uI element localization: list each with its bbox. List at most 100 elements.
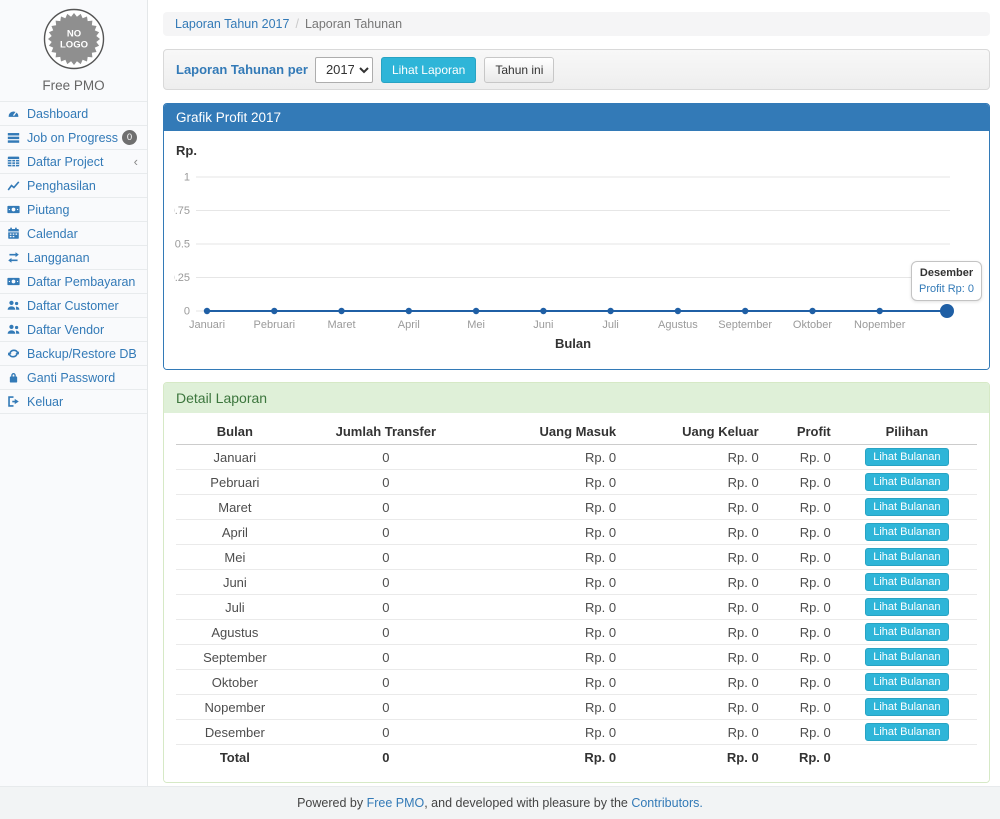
contributors-link[interactable]: Contributors. (631, 796, 703, 810)
table-cell: Rp. 0 (622, 495, 765, 520)
table-cell-action: Lihat Bulanan (837, 495, 977, 520)
svg-text:0.75: 0.75 (174, 205, 190, 217)
sidebar-item-penghasilan[interactable]: Penghasilan (0, 174, 147, 198)
view-month-button[interactable]: Lihat Bulanan (865, 573, 948, 591)
sidebar-item-calendar[interactable]: Calendar (0, 222, 147, 246)
table-cell: 0 (294, 720, 478, 745)
table-cell-action: Lihat Bulanan (837, 520, 977, 545)
sidebar-item-dashboard[interactable]: Dashboard (0, 102, 147, 126)
view-month-button[interactable]: Lihat Bulanan (865, 698, 948, 716)
sidebar-item-keluar[interactable]: Keluar (0, 390, 147, 414)
svg-text:April: April (398, 319, 420, 331)
table-cell: Juni (176, 570, 294, 595)
table-cell: Rp. 0 (478, 620, 622, 645)
detail-report-panel: Detail Laporan BulanJumlah TransferUang … (163, 382, 990, 783)
table-cell: Rp. 0 (478, 645, 622, 670)
table-row: September0Rp. 0Rp. 0Rp. 0Lihat Bulanan (176, 645, 977, 670)
sidebar-item-ganti-password[interactable]: Ganti Password (0, 366, 147, 390)
profit-line-chart: 00.250.50.751JanuariPebruariMaretAprilMe… (174, 139, 980, 365)
sidebar-item-langganan[interactable]: Langganan (0, 246, 147, 270)
breadcrumb-separator: / (295, 17, 298, 31)
table-cell: Mei (176, 545, 294, 570)
table-cell-action: Lihat Bulanan (837, 620, 977, 645)
total-cell: 0 (294, 745, 478, 770)
table-cell: Rp. 0 (765, 545, 837, 570)
table-cell: Rp. 0 (478, 695, 622, 720)
table-header-row: BulanJumlah TransferUang MasukUang Kelua… (176, 419, 977, 445)
table-cell: Rp. 0 (622, 545, 765, 570)
table-cell-action: Lihat Bulanan (837, 720, 977, 745)
table-cell: Rp. 0 (478, 570, 622, 595)
table-cell-action: Lihat Bulanan (837, 670, 977, 695)
table-cell: Rp. 0 (478, 595, 622, 620)
chevron-left-icon: ‹ (134, 155, 138, 168)
sidebar-item-job-on-progress[interactable]: Job on Progress0 (0, 126, 147, 150)
view-month-button[interactable]: Lihat Bulanan (865, 548, 948, 566)
column-header: Jumlah Transfer (294, 419, 478, 445)
table-cell: Nopember (176, 695, 294, 720)
table-cell: Rp. 0 (765, 695, 837, 720)
table-cell: Rp. 0 (765, 620, 837, 645)
money-icon (7, 275, 22, 288)
view-month-button[interactable]: Lihat Bulanan (865, 498, 948, 516)
users-icon (7, 323, 22, 336)
table-cell: Maret (176, 495, 294, 520)
view-month-button[interactable]: Lihat Bulanan (865, 648, 948, 666)
sidebar-item-backup-restore-db[interactable]: Backup/Restore DB (0, 342, 147, 366)
svg-text:Juni: Juni (533, 319, 553, 331)
view-month-button[interactable]: Lihat Bulanan (865, 473, 948, 491)
table-cell-action: Lihat Bulanan (837, 470, 977, 495)
table-row: Januari0Rp. 0Rp. 0Rp. 0Lihat Bulanan (176, 445, 977, 470)
sidebar-item-daftar-customer[interactable]: Daftar Customer (0, 294, 147, 318)
table-cell: 0 (294, 545, 478, 570)
table-cell: 0 (294, 570, 478, 595)
total-cell: Rp. 0 (622, 745, 765, 770)
table-cell: Rp. 0 (622, 570, 765, 595)
sidebar-menu: DashboardJob on Progress0Daftar Project‹… (0, 101, 147, 414)
logo-block: NOLOGO Free PMO (0, 0, 147, 101)
view-month-button[interactable]: Lihat Bulanan (865, 598, 948, 616)
total-cell-empty (837, 745, 977, 770)
table-cell-action: Lihat Bulanan (837, 645, 977, 670)
sidebar-item-daftar-project[interactable]: Daftar Project‹ (0, 150, 147, 174)
view-month-button[interactable]: Lihat Bulanan (865, 623, 948, 641)
table-row: Juni0Rp. 0Rp. 0Rp. 0Lihat Bulanan (176, 570, 977, 595)
view-month-button[interactable]: Lihat Bulanan (865, 723, 948, 741)
table-cell: Pebruari (176, 470, 294, 495)
year-select[interactable]: 2017 (315, 57, 373, 83)
table-cell-action: Lihat Bulanan (837, 545, 977, 570)
tasks-icon (7, 131, 22, 144)
sidebar-item-daftar-pembayaran[interactable]: Daftar Pembayaran (0, 270, 147, 294)
report-filter-bar: Laporan Tahunan per 2017 Lihat Laporan T… (163, 49, 990, 90)
brand-name: Free PMO (0, 78, 147, 101)
table-cell-action: Lihat Bulanan (837, 570, 977, 595)
view-month-button[interactable]: Lihat Bulanan (865, 448, 948, 466)
money-icon (7, 203, 22, 216)
view-month-button[interactable]: Lihat Bulanan (865, 523, 948, 541)
main-content: Laporan Tahun 2017/Laporan Tahunan Lapor… (148, 0, 1000, 786)
view-month-button[interactable]: Lihat Bulanan (865, 673, 948, 691)
free-pmo-link[interactable]: Free PMO (367, 796, 425, 810)
table-cell: 0 (294, 595, 478, 620)
chart-tooltip: Desember Profit Rp: 0 (911, 261, 982, 301)
view-report-button[interactable]: Lihat Laporan (381, 57, 476, 83)
breadcrumb-link[interactable]: Laporan Tahun 2017 (175, 17, 289, 31)
table-row: Mei0Rp. 0Rp. 0Rp. 0Lihat Bulanan (176, 545, 977, 570)
svg-text:Pebruari: Pebruari (254, 319, 296, 331)
svg-text:Januari: Januari (189, 319, 225, 331)
sidebar-item-piutang[interactable]: Piutang (0, 198, 147, 222)
total-cell: Rp. 0 (765, 745, 837, 770)
table-cell: 0 (294, 445, 478, 470)
table-cell: Agustus (176, 620, 294, 645)
table-cell: Rp. 0 (478, 520, 622, 545)
footer-text: Powered by Free PMO, and developed with … (297, 796, 703, 810)
this-year-button[interactable]: Tahun ini (484, 57, 554, 83)
table-cell: 0 (294, 695, 478, 720)
sidebar-item-daftar-vendor[interactable]: Daftar Vendor (0, 318, 147, 342)
sidebar-item-label: Daftar Vendor (27, 323, 104, 337)
monthly-report-table: BulanJumlah TransferUang MasukUang Kelua… (176, 419, 977, 770)
sidebar-item-label: Ganti Password (27, 371, 115, 385)
table-cell: Rp. 0 (765, 445, 837, 470)
table-cell: Rp. 0 (765, 495, 837, 520)
table-cell: 0 (294, 470, 478, 495)
